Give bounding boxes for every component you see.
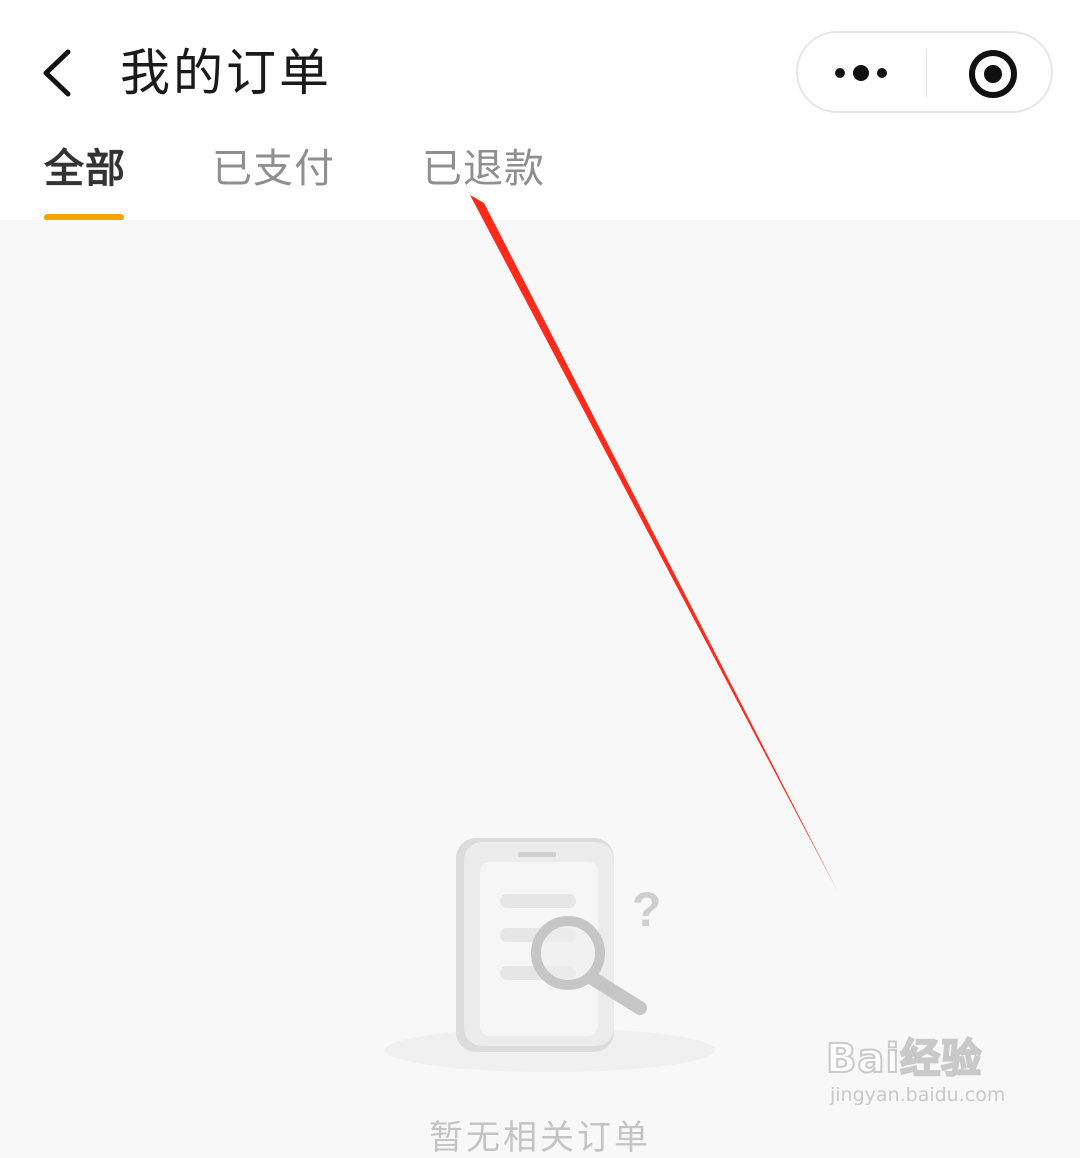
page-title: 我的订单 (120, 44, 332, 102)
close-mini-program-button[interactable] (928, 33, 1053, 111)
tab-all[interactable]: 全部 (44, 140, 126, 198)
back-button[interactable] (30, 40, 90, 106)
more-button[interactable] (798, 33, 926, 111)
svg-text:?: ? (632, 884, 661, 937)
watermark-url: jingyan.baidu.com (830, 1084, 1006, 1106)
watermark-brand: Bai经验 (825, 1035, 983, 1083)
chevron-left-icon (43, 49, 71, 97)
header-bar: 我的订单 全部 已支付 已退款 (0, 0, 1080, 221)
more-dots-icon (835, 65, 887, 81)
document-search-icon: ? (385, 838, 715, 1072)
tab-refunded[interactable]: 已退款 (422, 140, 545, 198)
capsule-divider (926, 49, 927, 97)
tab-paid[interactable]: 已支付 (212, 140, 335, 198)
mini-program-capsule (796, 31, 1053, 113)
empty-state-message: 暂无相关订单 (429, 1118, 651, 1158)
target-circle-icon (969, 50, 1017, 98)
watermark: Bai经验 jingyan.baidu.com (825, 1018, 1026, 1113)
